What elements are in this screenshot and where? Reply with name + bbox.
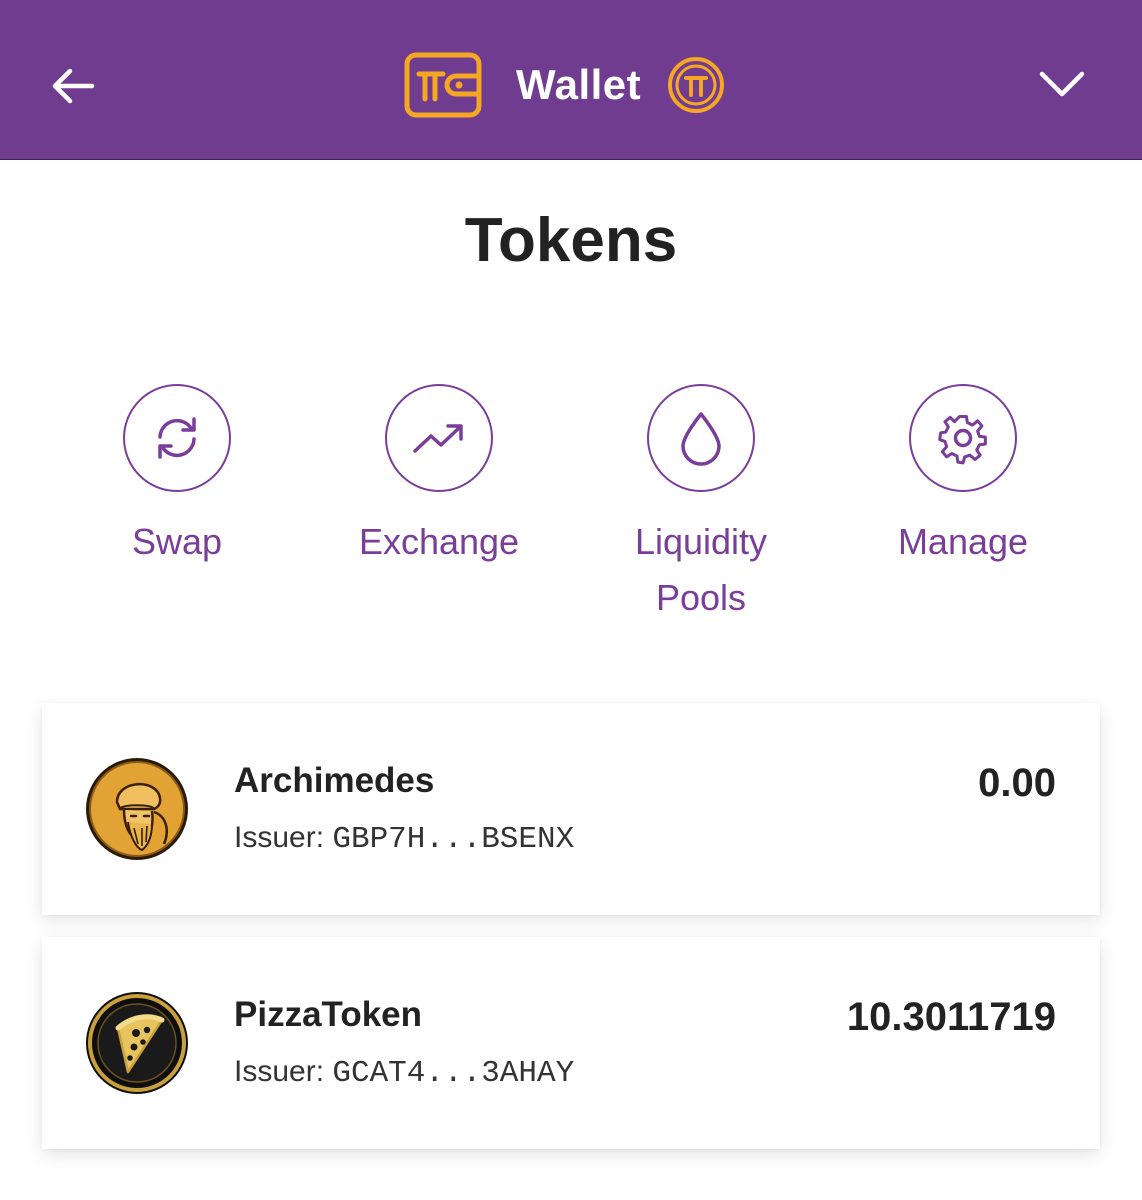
manage-label: Manage bbox=[897, 521, 1029, 562]
swap-icon bbox=[158, 417, 196, 459]
token-name: Archimedes bbox=[234, 761, 435, 800]
swap-label: Swap bbox=[131, 521, 223, 562]
top-bar: Wallet bbox=[0, 0, 1142, 160]
manage-button[interactable]: Manage bbox=[853, 384, 1073, 570]
liquidity-icon-circle bbox=[647, 384, 755, 492]
trending-up-icon bbox=[413, 424, 463, 453]
token-balance: 0.00 bbox=[978, 761, 1056, 805]
back-button[interactable] bbox=[48, 56, 104, 116]
exchange-label: Exchange bbox=[358, 521, 520, 562]
issuer-label: Issuer: bbox=[234, 821, 325, 854]
pizza-logo bbox=[86, 992, 188, 1094]
pi-coin-icon bbox=[668, 57, 725, 113]
token-name: PizzaToken bbox=[234, 995, 423, 1034]
token-balance: 10.3011719 bbox=[846, 995, 1056, 1039]
gear-icon bbox=[938, 414, 987, 465]
account-dropdown-button[interactable] bbox=[1032, 60, 1092, 110]
header-title-group: Wallet bbox=[404, 50, 725, 120]
token-card-archimedes[interactable]: Archimedes Issuer: GBP7H...BSENX 0.00 bbox=[42, 703, 1100, 915]
issuer-label: Issuer: bbox=[234, 1055, 325, 1088]
token-issuer: Issuer: GBP7H...BSENX bbox=[234, 821, 574, 857]
exchange-icon-circle bbox=[385, 384, 493, 492]
swap-icon-circle bbox=[123, 384, 231, 492]
token-issuer: Issuer: GCAT4...3AHAY bbox=[234, 1055, 574, 1091]
archimedes-logo bbox=[86, 758, 188, 860]
chevron-down-icon bbox=[1039, 71, 1085, 97]
header-divider bbox=[0, 159, 1142, 160]
droplet-icon bbox=[681, 412, 721, 466]
token-card-pizzatoken[interactable]: PizzaToken Issuer: GCAT4...3AHAY 10.3011… bbox=[42, 937, 1100, 1149]
back-arrow-icon bbox=[52, 68, 95, 104]
issuer-address: GCAT4...3AHAY bbox=[332, 1056, 575, 1091]
exchange-button[interactable]: Exchange bbox=[329, 384, 549, 570]
header-title: Wallet bbox=[516, 61, 642, 108]
issuer-address: GBP7H...BSENX bbox=[332, 822, 575, 857]
liquidity-pools-label: Liquidity Pools bbox=[634, 521, 768, 618]
manage-icon-circle bbox=[909, 384, 1017, 492]
wallet-icon bbox=[404, 52, 482, 118]
liquidity-pools-button[interactable]: Liquidity Pools bbox=[591, 384, 811, 626]
page-title: Tokens bbox=[464, 206, 678, 275]
swap-button[interactable]: Swap bbox=[67, 384, 287, 570]
